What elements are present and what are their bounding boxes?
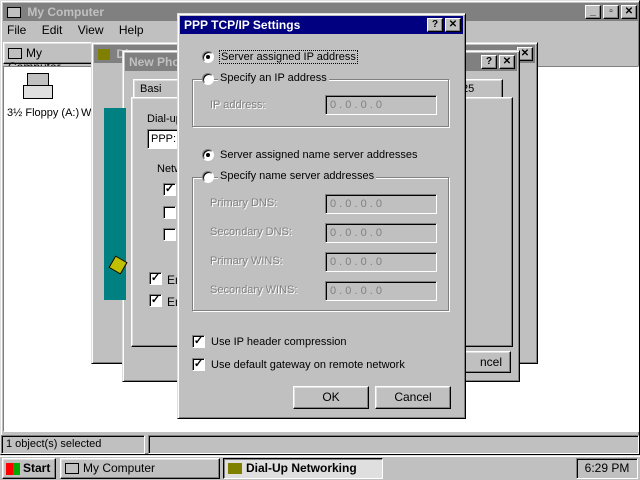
dialup-icon <box>98 49 110 61</box>
ns-server-assigned-radio[interactable] <box>202 149 214 161</box>
menu-edit[interactable]: Edit <box>42 23 63 37</box>
ppp-dialog: PPP TCP/IP Settings ? ✕ Server assigned … <box>177 13 466 419</box>
maximize-button[interactable]: ▫ <box>603 5 619 19</box>
ns-specify-label[interactable]: Specify name server addresses <box>218 170 377 182</box>
computer-small-icon <box>8 48 22 60</box>
windows-logo-icon <box>6 462 20 475</box>
cancel-button[interactable]: Cancel <box>375 386 451 409</box>
secondary-wins-label: Secondary WINS: <box>210 284 298 296</box>
ip-header-compression-checkbox[interactable]: ✓ <box>192 335 205 348</box>
ip-server-assigned-label[interactable]: Server assigned IP address <box>219 50 358 64</box>
enable-check-1[interactable]: ✓ <box>149 272 162 285</box>
ns-server-assigned-label[interactable]: Server assigned name server addresses <box>220 149 417 161</box>
ppp-dialog-title: PPP TCP/IP Settings <box>184 18 301 32</box>
start-button[interactable]: Start <box>2 458 56 479</box>
computer-task-icon <box>65 463 79 475</box>
taskbar: Start My Computer Dial-Up Networking 6:2… <box>0 455 640 480</box>
ip-header-compression-label[interactable]: Use IP header compression <box>211 336 347 348</box>
menu-help[interactable]: Help <box>119 23 144 37</box>
drive-label-partial: W <box>81 107 92 119</box>
ns-specify-radio[interactable] <box>202 171 214 183</box>
help-button[interactable]: ? <box>427 18 443 32</box>
system-tray-clock[interactable]: 6:29 PM <box>576 458 638 479</box>
newphone-close-button[interactable]: ✕ <box>499 55 515 69</box>
newphone-help-button[interactable]: ? <box>481 55 497 69</box>
menu-file[interactable]: File <box>7 23 26 37</box>
ppp-dialog-titlebar[interactable]: PPP TCP/IP Settings ? ✕ <box>180 16 463 34</box>
computer-icon <box>7 7 21 19</box>
menu-view[interactable]: View <box>78 23 104 37</box>
address-tab[interactable]: My Computer <box>3 42 93 74</box>
status-bar-right <box>148 435 639 454</box>
status-bar: 1 object(s) selected <box>1 435 145 454</box>
default-gateway-label[interactable]: Use default gateway on remote network <box>211 359 405 371</box>
ip-address-label: IP address: <box>210 99 266 111</box>
close-button[interactable]: ✕ <box>621 5 637 19</box>
protocol-check-2[interactable] <box>163 206 176 219</box>
ip-address-field[interactable]: 0 . 0 . 0 . 0 <box>325 95 437 115</box>
primary-wins-label: Primary WINS: <box>210 255 283 267</box>
ok-button[interactable]: OK <box>293 386 369 409</box>
primary-dns-field[interactable]: 0 . 0 . 0 . 0 <box>325 194 437 214</box>
close-button[interactable]: ✕ <box>445 18 461 32</box>
default-gateway-checkbox[interactable]: ✓ <box>192 358 205 371</box>
dialup-task-icon <box>228 463 242 475</box>
secondary-dns-label: Secondary DNS: <box>210 226 292 238</box>
taskbar-my-computer[interactable]: My Computer <box>60 458 220 479</box>
primary-wins-field[interactable]: 0 . 0 . 0 . 0 <box>325 252 437 272</box>
ip-specify-label[interactable]: Specify an IP address <box>218 72 329 84</box>
primary-dns-label: Primary DNS: <box>210 197 278 209</box>
protocol-check-1[interactable]: ✓ <box>163 183 176 196</box>
ip-specify-radio[interactable] <box>202 73 214 85</box>
menu-bar: File Edit View Help <box>7 23 156 37</box>
minimize-button[interactable]: _ <box>585 5 601 19</box>
my-computer-title: My Computer <box>27 5 105 19</box>
protocol-check-3[interactable] <box>163 228 176 241</box>
floppy-label[interactable]: 3½ Floppy (A:) <box>7 107 79 119</box>
taskbar-dialup-networking[interactable]: Dial-Up Networking <box>223 458 383 479</box>
floppy-icon[interactable] <box>23 73 55 101</box>
enable-check-2[interactable]: ✓ <box>149 294 162 307</box>
secondary-dns-field[interactable]: 0 . 0 . 0 . 0 <box>325 223 437 243</box>
ip-server-assigned-radio[interactable] <box>202 51 214 63</box>
tab-basic[interactable]: Basi <box>133 79 183 99</box>
secondary-wins-field[interactable]: 0 . 0 . 0 . 0 <box>325 281 437 301</box>
